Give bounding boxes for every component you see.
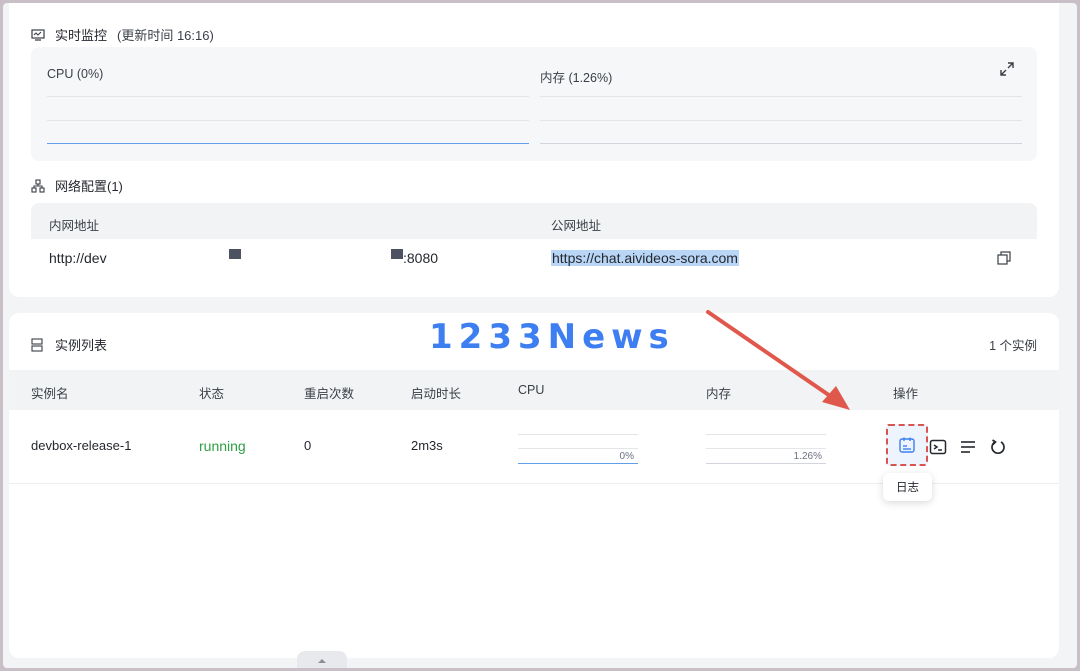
network-section-title: 网络配置(1) [31, 176, 123, 195]
terminal-button[interactable] [925, 434, 951, 460]
cpu-chart-label: CPU (0%) [47, 67, 104, 81]
status-badge: running [199, 438, 246, 454]
public-address-link[interactable]: https://chat.aivideos-sora.com [551, 250, 739, 266]
memory-gridline [540, 120, 1022, 121]
network-table-row: http://dev :8080 https://chat.aivideos-s… [31, 239, 1037, 277]
restart-button[interactable] [985, 434, 1011, 460]
chart-gridline [706, 434, 826, 435]
uptime-value: 2m3s [411, 438, 443, 453]
monitor-title: 实时监控 [55, 28, 108, 43]
instance-list-card: 实例列表 1233News 1 个实例 实例名 状态 重启次数 启动时长 CPU… [9, 313, 1059, 658]
watermark-text: 1233News [429, 317, 675, 357]
cpu-gridline [47, 120, 529, 121]
log-tooltip: 日志 [883, 473, 932, 501]
copy-icon[interactable] [997, 251, 1011, 265]
monitor-section-title: 实时监控 (更新时间 16:16) [31, 25, 214, 44]
network-table-header: 内网地址 公网地址 [31, 203, 1037, 239]
restart-count: 0 [304, 438, 312, 453]
log-button[interactable] [886, 424, 928, 466]
redacted-block [391, 249, 403, 259]
monitor-updated-time: (更新时间 16:16) [117, 28, 214, 43]
network-title: 网络配置(1) [55, 179, 123, 194]
memory-gridline [540, 96, 1022, 97]
list-icon [31, 337, 43, 352]
terminal-icon [929, 439, 947, 455]
memory-mini-chart: 1.26% [706, 434, 826, 464]
chevron-up-icon [318, 659, 326, 663]
col-status: 状态 [199, 387, 225, 401]
col-memory: 内存 [706, 387, 732, 401]
chart-gridline [706, 448, 826, 449]
instance-count: 1 个实例 [989, 339, 1037, 353]
cpu-usage-line [47, 143, 529, 144]
instance-title: 实例列表 [55, 338, 108, 353]
network-icon [31, 178, 45, 193]
col-internal-address: 内网地址 [49, 219, 100, 233]
redacted-block [229, 249, 241, 259]
chart-baseline [706, 463, 826, 464]
app-frame: 实时监控 (更新时间 16:16) CPU (0%) 内存 (1.26%) 网络… [3, 3, 1077, 668]
chart-gridline [518, 448, 638, 449]
collapse-handle[interactable] [297, 651, 347, 668]
devbox-detail-card: 实时监控 (更新时间 16:16) CPU (0%) 内存 (1.26%) 网络… [9, 3, 1059, 297]
monitor-panel: CPU (0%) 内存 (1.26%) [31, 47, 1037, 161]
detail-button[interactable] [955, 434, 981, 460]
detail-icon [961, 441, 975, 453]
chart-gridline [518, 434, 638, 435]
memory-chart-label: 内存 (1.26%) [540, 71, 613, 85]
chart-baseline [518, 463, 638, 464]
network-table: 内网地址 公网地址 http://dev :8080 https://chat.… [31, 203, 1037, 277]
expand-icon[interactable] [999, 61, 1015, 77]
instance-name: devbox-release-1 [31, 438, 132, 453]
col-public-address: 公网地址 [551, 219, 602, 233]
restart-icon [991, 439, 1005, 455]
col-actions: 操作 [893, 387, 919, 401]
instance-section-title: 实例列表 [31, 335, 107, 354]
memory-value: 1.26% [793, 451, 822, 462]
col-restarts: 重启次数 [304, 387, 355, 401]
internal-address-prefix: http://dev [49, 250, 107, 266]
instance-table-header: 实例名 状态 重启次数 启动时长 CPU 内存 操作 [9, 370, 1059, 410]
log-icon [899, 437, 915, 453]
cpu-gridline [47, 96, 529, 97]
col-instance-name: 实例名 [31, 387, 69, 401]
col-uptime: 启动时长 [411, 387, 462, 401]
cpu-value: 0% [619, 451, 634, 462]
cpu-mini-chart: 0% [518, 434, 638, 464]
internal-address-port: :8080 [403, 250, 439, 266]
col-cpu: CPU [518, 383, 545, 397]
memory-usage-line [540, 143, 1022, 144]
monitor-icon [31, 28, 45, 41]
